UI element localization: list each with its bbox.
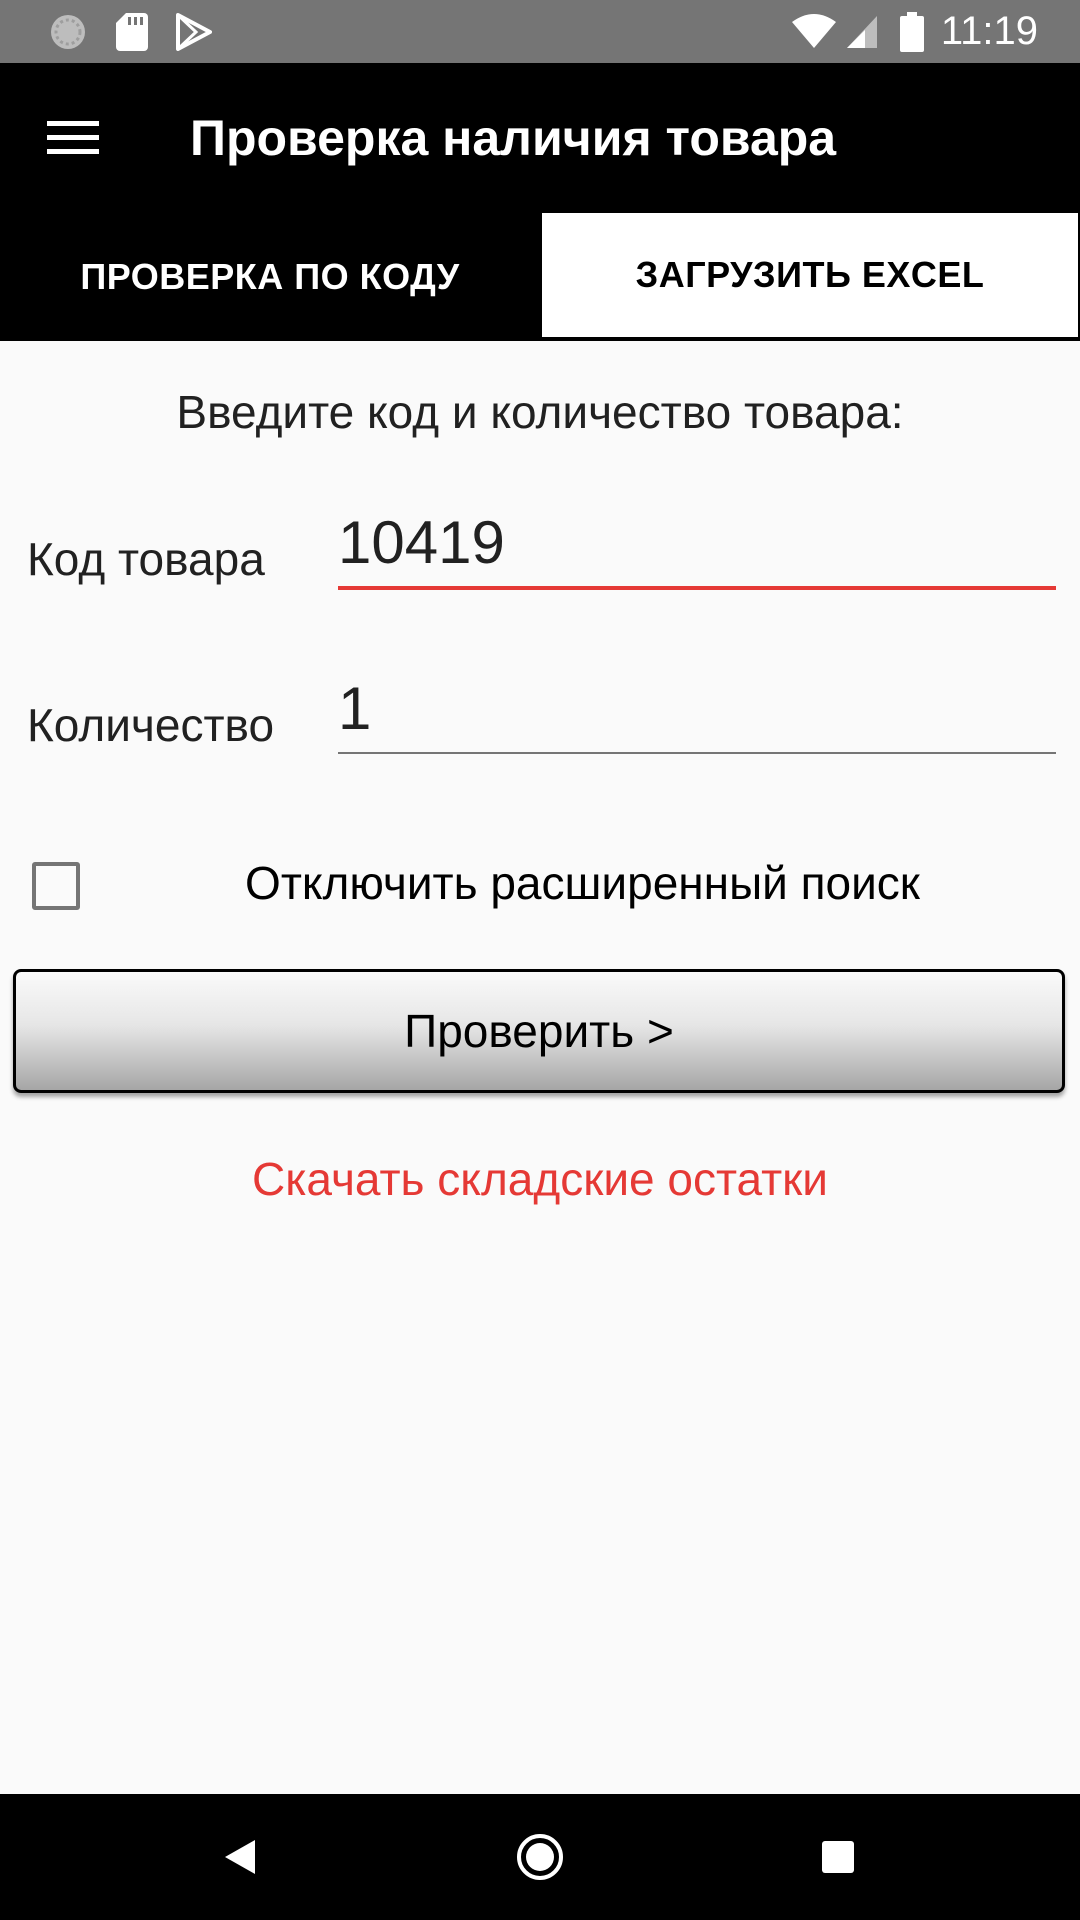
quantity-input-underline [338, 752, 1056, 754]
navigation-bar [0, 1794, 1080, 1920]
sd-card-icon [114, 0, 150, 63]
battery-icon [898, 0, 926, 63]
tab-upload-excel[interactable]: ЗАГРУЗИТЬ EXCEL [540, 213, 1080, 339]
wifi-icon [790, 0, 838, 63]
instruction-text: Введите код и количество товара: [176, 386, 904, 438]
download-stock-link[interactable]: Скачать складские остатки [0, 1152, 1080, 1206]
quantity-label: Количество [27, 699, 275, 751]
status-bar: 11:19 [0, 0, 1080, 63]
extended-search-label: Отключить расширенный поиск [245, 857, 920, 909]
tab-check-by-code[interactable]: ПРОВЕРКА ПО КОДУ [0, 213, 540, 341]
status-time: 11:19 [940, 9, 1038, 53]
check-button[interactable]: Проверить > [13, 969, 1065, 1093]
code-input-underline [338, 586, 1056, 590]
code-label: Код товара [27, 533, 265, 585]
code-input[interactable] [338, 502, 1056, 582]
home-icon[interactable] [480, 1794, 600, 1920]
sync-icon [46, 0, 90, 63]
recents-icon[interactable] [778, 1794, 898, 1920]
menu-icon[interactable] [34, 105, 112, 171]
app-bar: Проверка наличия товара [0, 63, 1080, 213]
back-icon[interactable] [180, 1794, 300, 1920]
play-store-icon [174, 0, 214, 63]
page-title: Проверка наличия товара [190, 110, 837, 166]
tab-bar: ПРОВЕРКА ПО КОДУ ЗАГРУЗИТЬ EXCEL [0, 213, 1080, 341]
quantity-input[interactable] [338, 668, 1056, 748]
cellular-signal-icon [844, 0, 880, 63]
